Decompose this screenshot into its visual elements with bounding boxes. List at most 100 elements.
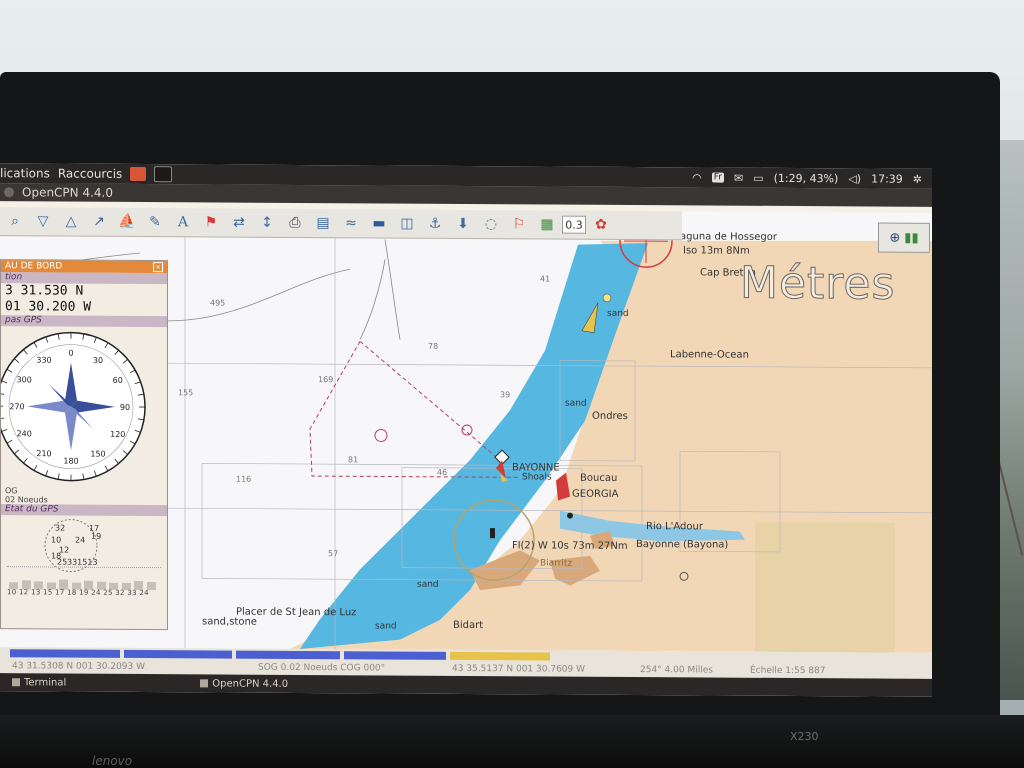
route-icon[interactable]: ↗ [86,210,112,234]
depth-sounding: 41 [540,274,551,284]
depth-sounding: 39 [500,390,511,400]
volume-icon[interactable]: ◁) [848,172,861,185]
place-label-labenne: Labenne-Ocean [670,349,749,361]
seabed-label: sand [565,398,587,409]
cursor-position-readout: 43 35.5137 N 001 30.7609 W [452,663,586,675]
satellite-id: 19 [91,531,102,541]
signal-bars-icon: ▮▮ [904,230,919,246]
place-label-rio-adour: Rio L'Adour [646,521,703,533]
satellite-id: 25 [57,557,68,567]
opencpn-icon [200,679,209,688]
app-launcher-icon[interactable] [130,166,147,182]
scale-in-icon[interactable]: △ [58,210,84,234]
laptop-brand: lenovo [92,754,133,768]
sog-cog-readout: SOG 0.02 Noeuds COG 000° [258,662,386,674]
depth-sounding: 46 [437,467,448,477]
track-icon[interactable]: ↕ [254,211,280,235]
laptop-model: X230 [790,730,819,743]
follow-ship-icon[interactable]: ⛵ [114,210,140,234]
download-icon[interactable]: ⬇ [450,212,476,236]
satellite-id: 10 [51,535,62,545]
depth-sounding: 155 [178,388,194,398]
satellite-id: 24 [75,535,86,545]
current-icon[interactable]: ⚑ [198,210,224,234]
dashboard-icon[interactable]: ◌ [478,212,504,236]
compass-label: 0 [68,349,73,358]
mail-icon[interactable]: ✉ [734,171,743,184]
main-toolbar: ⌕ ▽ △ ↗ ⛵ ✎ A ⚑ ⇄ ↕ ⎙ ▤ ≈ ▬ ◫ ⚓ ⬇ ◌ ⚐ ▦ … [0,207,682,241]
wifi-icon[interactable]: ◠ [692,171,702,184]
menu-applications[interactable]: lications [0,166,50,180]
text-icon[interactable]: A [170,210,196,234]
grib-icon[interactable]: ▦ [534,212,560,236]
compass-label: 150 [90,449,105,458]
depth-units-watermark: Métres [740,257,896,310]
route-manager-icon[interactable]: ⇄ [226,211,252,235]
chart-bar-segment-active[interactable] [450,651,550,661]
taskbar-item-opencpn[interactable]: OpenCPN 4.4.0 [188,678,300,690]
compass-label: 90 [120,403,130,412]
place-label-boucau: Boucau [580,472,618,484]
chart-bar-segment[interactable] [236,650,340,660]
battery-status[interactable]: (1:29, 43%) [774,171,839,184]
depth-sounding: 78 [428,341,439,351]
ais-icon[interactable]: ◫ [394,212,420,236]
system-tray: ◠ Fr ✉ ▭ (1:29, 43%) ◁) 17:39 ✲ [692,171,932,185]
ship-icon[interactable]: ▬ [366,211,392,235]
dashboard-close-icon[interactable]: × [153,262,163,273]
chart-bar-segment[interactable] [344,651,446,660]
plugin-icon[interactable]: ✿ [588,213,614,237]
place-label-bayonne: Bayonne (Bayona) [636,539,729,551]
flag-icon[interactable]: ⚐ [506,212,532,236]
depth-sounding: 81 [348,455,359,465]
terminal-icon [12,678,20,687]
satellite-signal-bars [7,566,161,591]
chart-bar-segment[interactable] [10,649,120,658]
compass-label: 120 [110,430,125,439]
compass-label: 300 [17,375,32,384]
keyboard-layout-indicator[interactable]: Fr [711,172,724,183]
place-label-shoals: Shoals [522,472,552,483]
window-title: OpenCPN 4.4.0 [22,185,113,200]
dashboard-panel[interactable]: AU DE BORD × tion 3 31.530 N 01 30.200 W… [0,259,168,631]
place-label-hossegor: aguna de Hossegor [680,231,777,243]
compass-label: 240 [17,429,32,438]
terminal-launcher-icon[interactable] [154,166,173,183]
settings-gear-icon[interactable]: ✲ [913,172,922,185]
print-icon[interactable]: ⎙ [282,211,308,235]
place-label-bidart: Bidart [453,619,484,632]
compass-label: 180 [63,457,78,466]
zoom-out-icon[interactable]: ▽ [30,209,56,233]
vessel-label-georgia: GEORGIA [572,488,619,500]
clock[interactable]: 17:39 [871,172,903,185]
tide-icon[interactable]: ≈ [338,211,364,235]
chart-icon[interactable]: ▤ [310,211,336,235]
menu-shortcuts[interactable]: Raccourcis [58,167,122,181]
dashboard-title: AU DE BORD [5,261,63,272]
laptop-screen: lications Raccourcis ◠ Fr ✉ ▭ (1:29, 43%… [0,163,932,697]
zoom-in-icon[interactable]: ⌕ [2,209,28,233]
satellite-numbers: 10 12 13 15 17 18 19 24 25 32 33 24 [7,588,149,598]
depth-sounding: 57 [328,549,339,559]
depth-sounding: 495 [210,298,226,308]
satellite-id: 32 [55,523,66,533]
north-up-compass-button[interactable]: ⊕ ▮▮ [878,222,930,253]
gps-compass-gauge: 0 30 60 90 120 150 180 210 240 270 300 330 [0,326,167,487]
settings-tools-icon[interactable]: ✎ [142,210,168,234]
range-bearing-readout: 254° 4.00 Milles [640,665,713,676]
seabed-label: sand [607,308,629,319]
place-label-ondres: Ondres [592,410,628,422]
scale-readout[interactable]: 0.3 [562,215,586,234]
chart-bar-segment[interactable] [124,649,232,659]
dashboard-header[interactable]: AU DE BORD × [1,260,167,274]
satellite-id: 331513 [67,557,98,567]
window-close-icon[interactable] [4,187,14,198]
taskbar-item-terminal[interactable]: Terminal [0,677,78,688]
mob-icon[interactable]: ⚓ [422,212,448,236]
own-position-readout: 43 31.5308 N 001 30.2093 W [12,661,146,673]
battery-icon[interactable]: ▭ [753,171,763,184]
depth-sounding: 116 [236,474,252,484]
compass-rose-icon: ⊕ [889,230,901,246]
laptop-base [0,715,1024,768]
compass-label: 330 [36,356,51,365]
